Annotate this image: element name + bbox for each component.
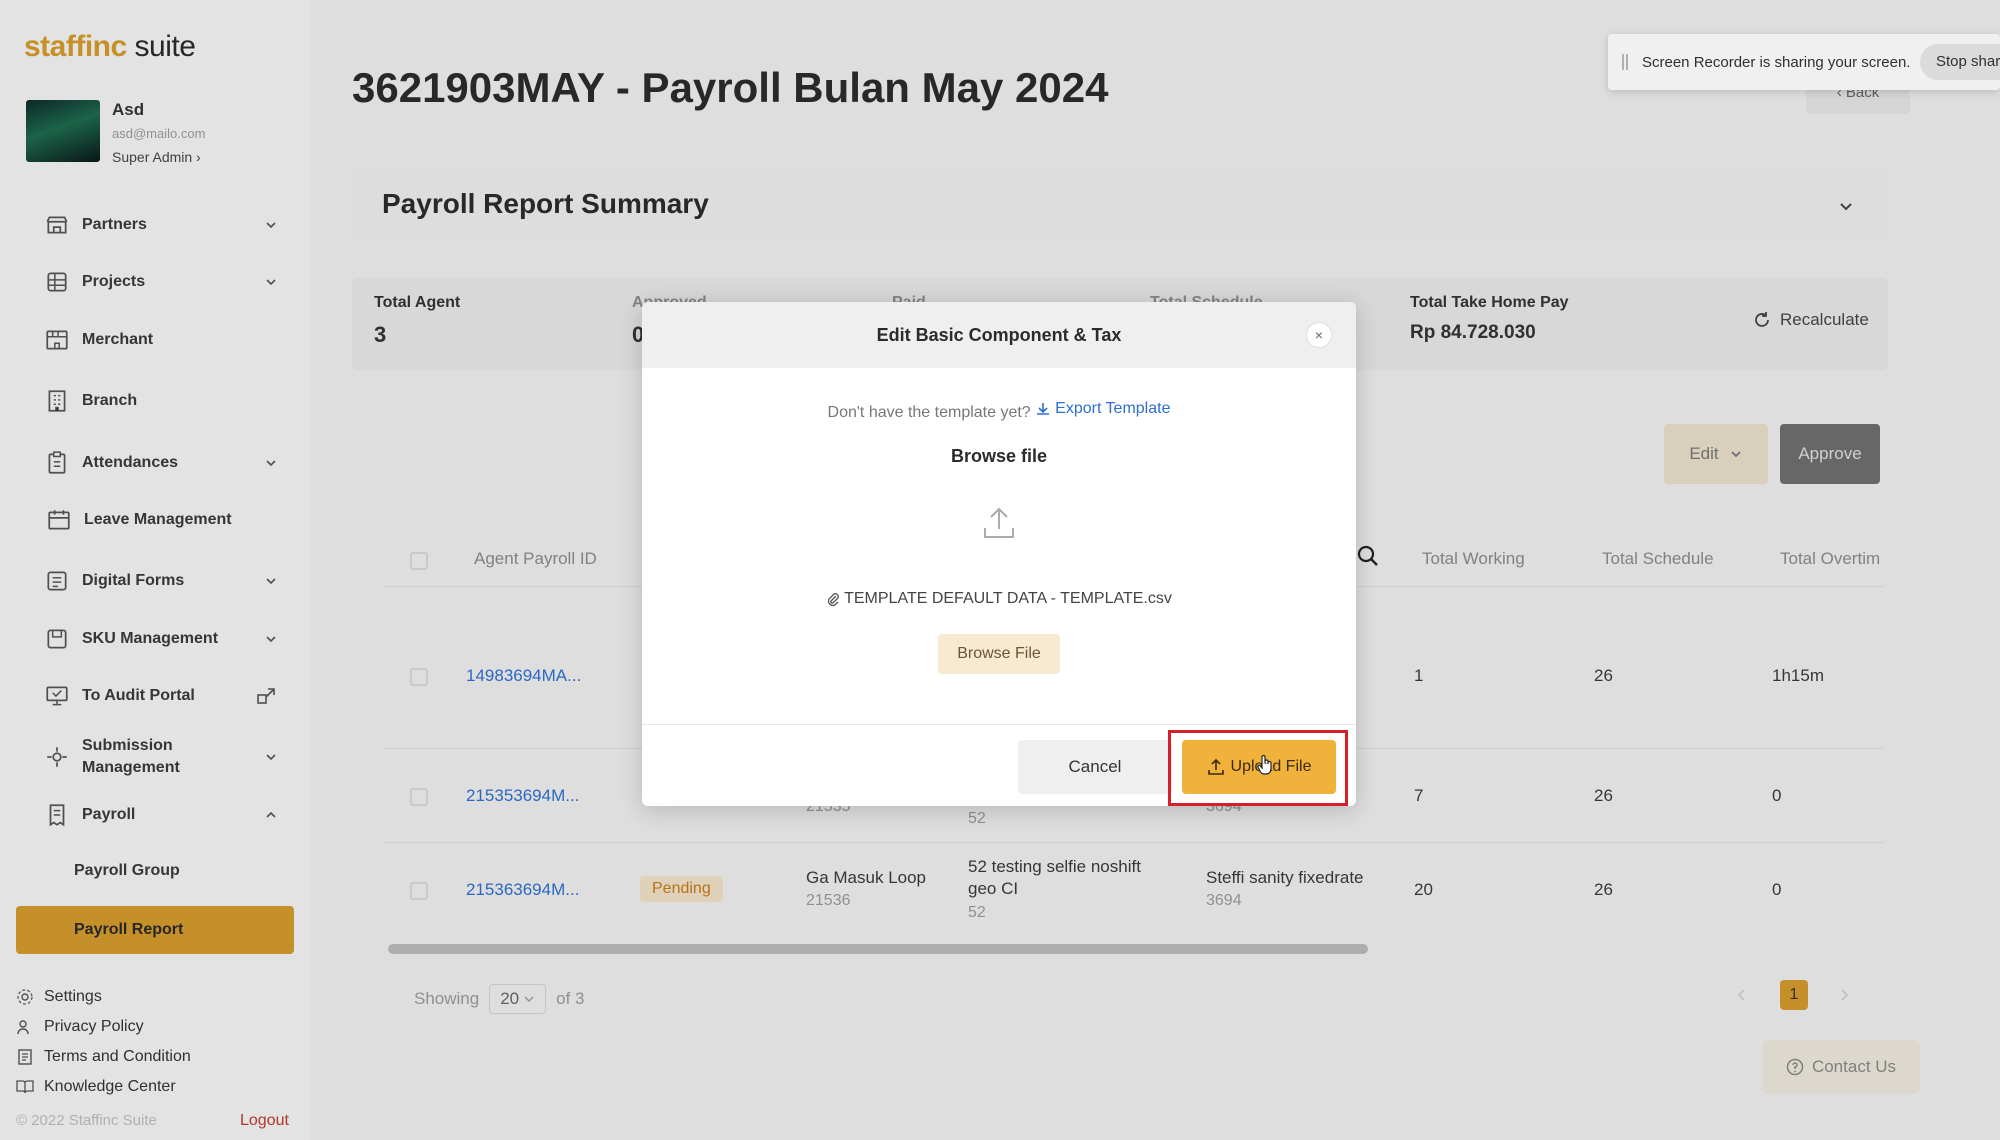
selected-file: TEMPLATE DEFAULT DATA - TEMPLATE.csv [642, 590, 1356, 608]
cancel-button[interactable]: Cancel [1018, 740, 1172, 794]
close-button[interactable]: × [1306, 322, 1332, 348]
modal-title: Edit Basic Component & Tax [876, 325, 1122, 345]
browse-file-title: Browse file [950, 446, 1048, 466]
export-template-label: Export Template [1055, 400, 1171, 417]
modal-divider [642, 724, 1356, 725]
download-icon [1037, 403, 1050, 415]
export-template-link[interactable]: Export Template [1035, 400, 1170, 418]
hand-cursor-icon [1257, 754, 1272, 775]
browse-file-button[interactable]: Browse File [938, 634, 1060, 674]
upload-icon [984, 507, 1014, 538]
hint-text: Don't have the template yet? [827, 404, 1031, 421]
paperclip-icon [828, 592, 840, 606]
template-hint: Don't have the template yet? Export Temp… [642, 400, 1356, 422]
file-name: TEMPLATE DEFAULT DATA - TEMPLATE.csv [844, 590, 1172, 607]
